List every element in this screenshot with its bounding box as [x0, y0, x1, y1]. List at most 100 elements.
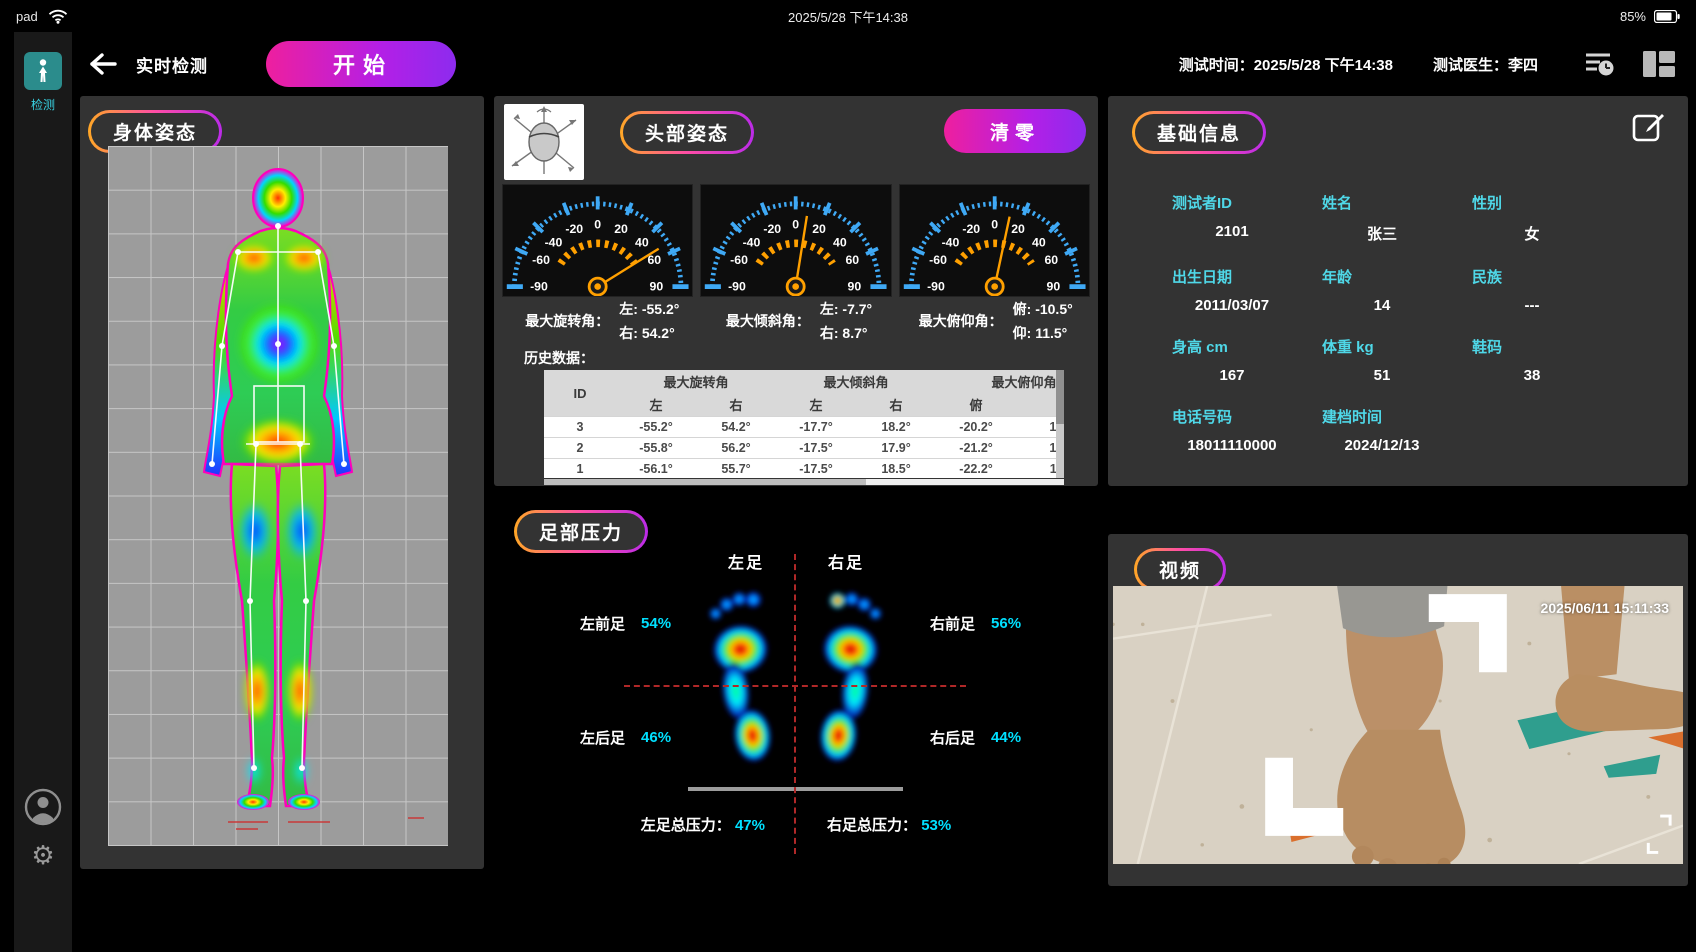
- svg-text:20: 20: [813, 222, 827, 236]
- history-records-icon[interactable]: [1584, 50, 1616, 78]
- body-thermal-figure: [108, 146, 448, 846]
- metric-value: 54%: [641, 615, 671, 632]
- svg-text:40: 40: [635, 235, 649, 249]
- total-label: 右足总压力：: [827, 817, 917, 834]
- basic-info-fields: 测试者ID2101 姓名张三 性别女 出生日期2011/03/07: [1172, 192, 1658, 454]
- svg-text:0: 0: [793, 217, 800, 231]
- table-vertical-scrollbar[interactable]: [1056, 370, 1064, 478]
- screen: pad 2025/5/28 下午14:38 85%: [0, 0, 1696, 952]
- metric-label: 右前足: [930, 613, 975, 634]
- field-shoe-size: 鞋码38: [1472, 336, 1658, 384]
- svg-text:90: 90: [1046, 279, 1060, 293]
- svg-text:-40: -40: [941, 235, 959, 249]
- page-title: 实时检测: [136, 52, 208, 77]
- table-horizontal-scrollbar[interactable]: [544, 479, 1064, 485]
- total-value: 53%: [921, 817, 951, 834]
- stat-tilt: 最大倾斜角： 左: -7.7° 右: 8.7°: [701, 299, 898, 343]
- stat-pitch-down: 俯: -10.5°: [1013, 299, 1073, 319]
- clear-button[interactable]: 清零: [944, 109, 1086, 153]
- gauges-row: -90-60-40-20020406090 -90-60-40-20020406…: [502, 184, 1090, 297]
- left-foot-label: 左足: [728, 549, 764, 573]
- metric-value: 44%: [991, 729, 1021, 746]
- battery-icon: [1654, 10, 1680, 23]
- body-posture-panel: 身体姿态: [80, 96, 484, 869]
- basic-info-panel: 基础信息 测试者ID2101 姓名张三: [1108, 96, 1688, 486]
- stat-tilt-right: 右: 8.7°: [820, 323, 872, 343]
- stat-pitch-label: 最大俯仰角：: [919, 311, 1003, 331]
- history-label: 历史数据：: [524, 348, 594, 368]
- metric-value: 56%: [991, 615, 1021, 632]
- stat-rotation-right: 右: 54.2°: [619, 323, 679, 343]
- svg-text:20: 20: [1011, 222, 1025, 236]
- field-age: 年龄14: [1322, 266, 1472, 314]
- field-record-date: 建档时间2024/12/13: [1322, 406, 1472, 454]
- svg-text:-20: -20: [764, 222, 782, 236]
- svg-text:0: 0: [594, 217, 601, 231]
- edit-icon[interactable]: [1632, 110, 1666, 144]
- stat-rotation-label: 最大旋转角：: [525, 311, 609, 331]
- col-group-tilt: 最大倾斜角: [776, 370, 936, 393]
- svg-text:-90: -90: [927, 279, 945, 293]
- stat-pitch: 最大俯仰角： 俯: -10.5° 仰: 11.5°: [897, 299, 1094, 343]
- table-row: 3-55.2°54.2°-17.7°18.2°-20.2°10.5°: [544, 417, 1064, 438]
- svg-text:90: 90: [650, 279, 664, 293]
- svg-text:-40: -40: [545, 235, 563, 249]
- user-avatar-icon[interactable]: [24, 788, 62, 826]
- test-time-value: 2025/5/28 下午14:38: [1254, 57, 1393, 74]
- start-button[interactable]: 开始: [266, 41, 456, 87]
- svg-text:20: 20: [614, 222, 628, 236]
- field-birthdate: 出生日期2011/03/07: [1172, 266, 1322, 314]
- field-gender: 性别女: [1472, 192, 1658, 244]
- metric-label: 左前足: [580, 613, 625, 634]
- metric-right-rearfoot: 右后足 44%: [930, 727, 1021, 748]
- crosshair-horizontal: [624, 685, 966, 687]
- svg-text:60: 60: [846, 253, 860, 267]
- gear-icon[interactable]: ⚙: [31, 842, 54, 868]
- col-left2: 左: [776, 393, 856, 417]
- svg-text:40: 40: [1032, 235, 1046, 249]
- foot-pressure-title: 足部压力: [514, 510, 648, 553]
- total-value: 47%: [735, 817, 765, 834]
- stat-rotation-left: 左: -55.2°: [619, 299, 679, 319]
- body-thermal-view: [108, 146, 448, 846]
- person-icon: [32, 58, 54, 84]
- back-button[interactable]: [88, 52, 118, 76]
- sidebar-item-detect[interactable]: [24, 52, 62, 90]
- svg-text:60: 60: [1044, 253, 1058, 267]
- svg-text:-20: -20: [565, 222, 583, 236]
- fullscreen-button[interactable]: [1113, 586, 1671, 854]
- col-down: 俯: [936, 393, 1016, 417]
- sidebar-item-detect-label: 检测: [31, 96, 55, 113]
- svg-text:0: 0: [991, 217, 998, 231]
- col-id: ID: [544, 370, 616, 417]
- metric-left-rearfoot: 左后足 46%: [580, 727, 671, 748]
- total-label: 左足总压力：: [641, 817, 731, 834]
- col-right2: 右: [856, 393, 936, 417]
- field-phone: 电话号码18011110000: [1172, 406, 1322, 454]
- stat-rotation: 最大旋转角： 左: -55.2° 右: 54.2°: [504, 299, 701, 343]
- history-table: ID 最大旋转角 最大倾斜角 最大俯仰角 左 右 左 右: [544, 370, 1064, 478]
- doctor: 测试医生：李四: [1433, 54, 1538, 75]
- layout-grid-icon[interactable]: [1642, 50, 1676, 78]
- col-group-pitch: 最大俯仰角: [936, 370, 1064, 393]
- svg-text:-40: -40: [743, 235, 761, 249]
- col-right1: 右: [696, 393, 776, 417]
- metric-label: 右后足: [930, 727, 975, 748]
- field-ethnicity: 民族---: [1472, 266, 1658, 314]
- total-left-pressure: 左足总压力： 47%: [641, 814, 765, 835]
- total-right-pressure: 右足总压力： 53%: [827, 814, 951, 835]
- video-feed: 2025/06/11 15:11:33: [1113, 586, 1683, 864]
- gauge-stats: 最大旋转角： 左: -55.2° 右: 54.2° 最大倾斜角： 左: -7.7…: [504, 299, 1094, 343]
- status-datetime: 2025/5/28 下午14:38: [0, 7, 1696, 26]
- svg-text:40: 40: [833, 235, 847, 249]
- status-bar: pad 2025/5/28 下午14:38 85%: [0, 0, 1696, 32]
- head-axes-diagram: [504, 104, 584, 180]
- test-time-label: 测试时间：: [1179, 57, 1254, 74]
- head-posture-title: 头部姿态: [620, 111, 754, 154]
- field-tester-id: 测试者ID2101: [1172, 192, 1322, 244]
- gauge-rotation: -90-60-40-20020406090: [502, 184, 693, 297]
- stat-tilt-label: 最大倾斜角：: [726, 311, 810, 331]
- svg-text:60: 60: [647, 253, 661, 267]
- header: 实时检测 开始 测试时间：2025/5/28 下午14:38 测试医生：李四: [72, 32, 1696, 96]
- metric-left-forefoot: 左前足 54%: [580, 613, 671, 634]
